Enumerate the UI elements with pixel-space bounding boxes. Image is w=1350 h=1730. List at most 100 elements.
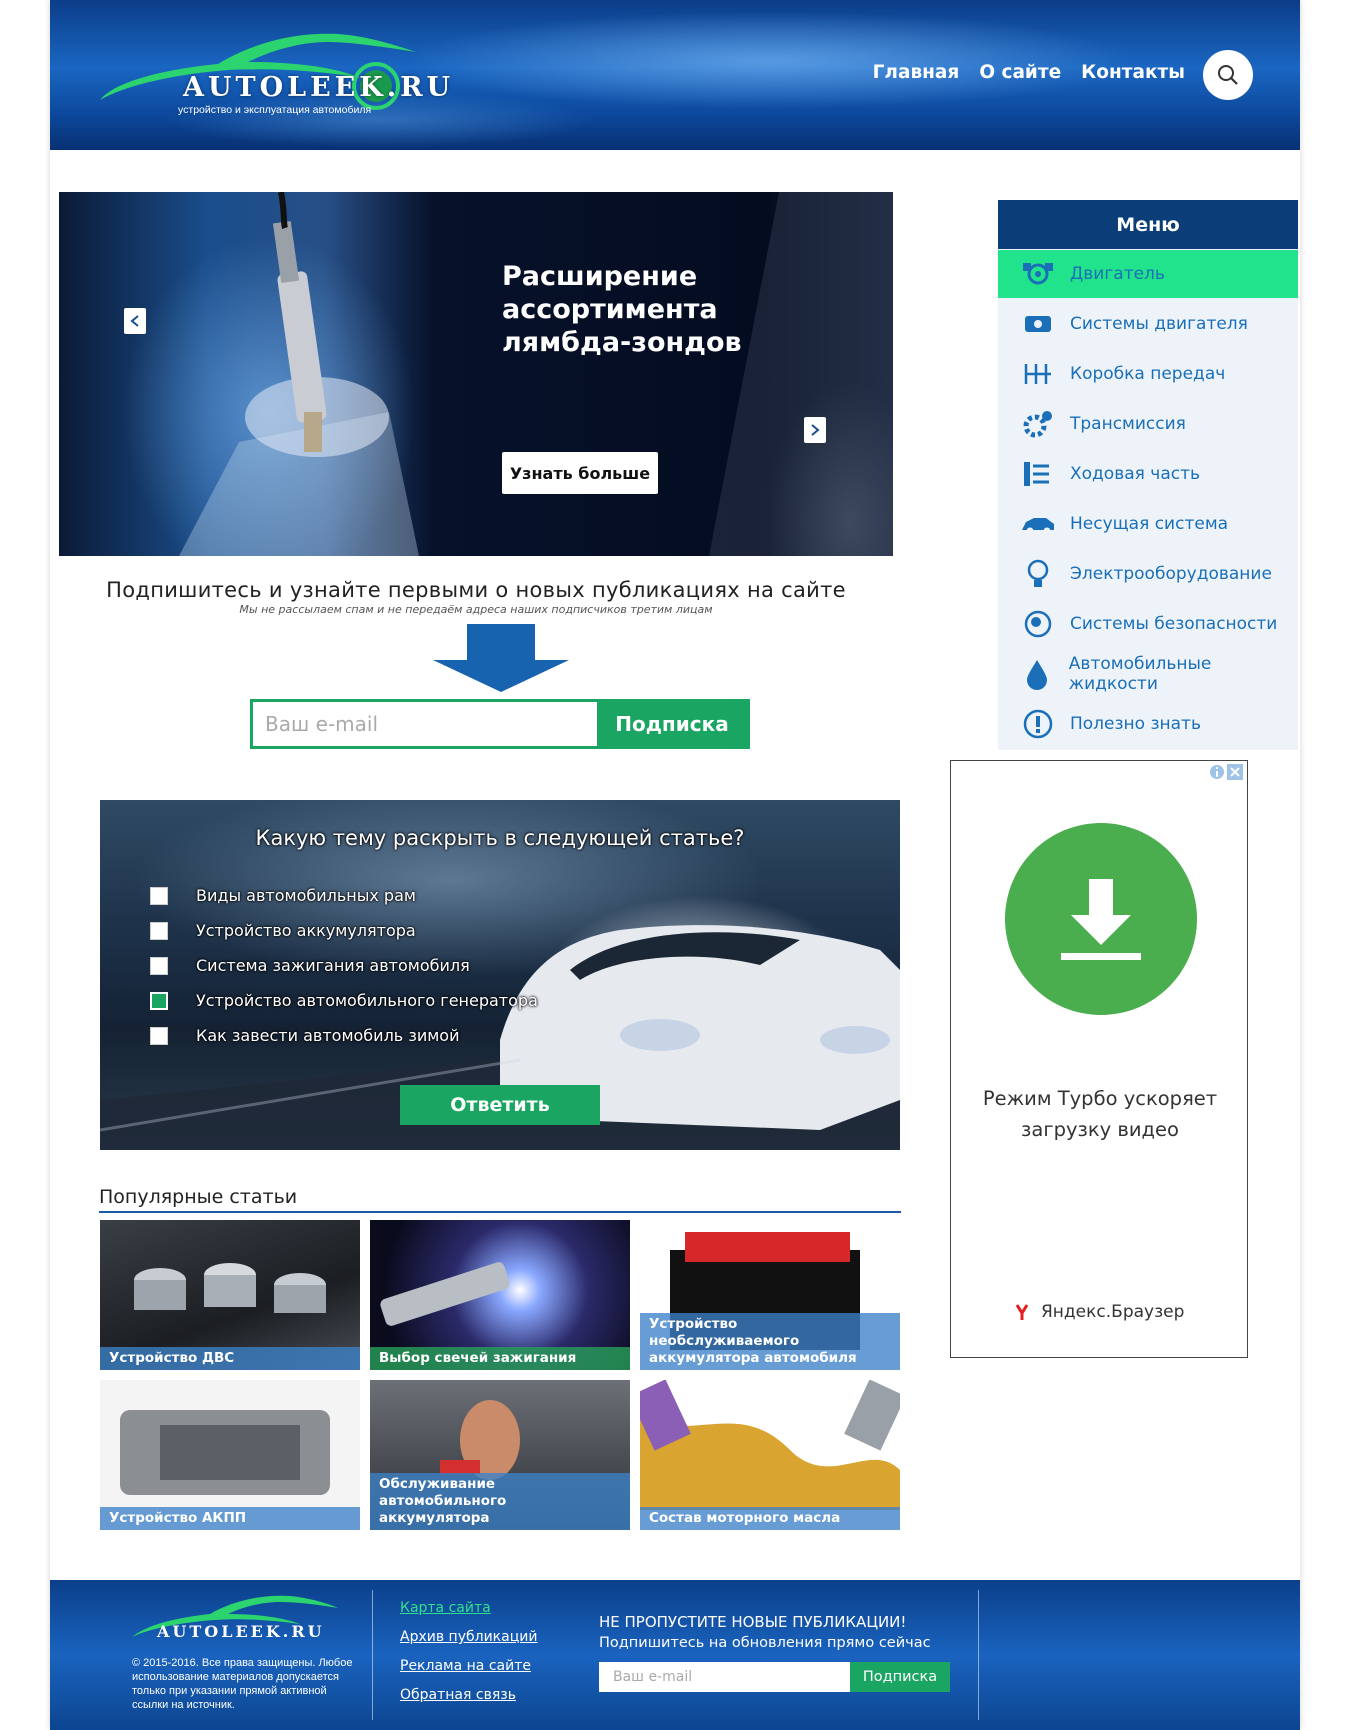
poll-option-label: Система зажигания автомобиля xyxy=(196,956,470,975)
nav-about[interactable]: О сайте xyxy=(979,62,1061,83)
menu-item-fluids[interactable]: Автомобильные жидкости xyxy=(998,650,1298,698)
engine-icon xyxy=(1020,256,1056,292)
info-icon[interactable] xyxy=(1209,764,1225,780)
car-body-icon xyxy=(1020,506,1056,542)
ad-text: Режим Турбо ускоряет загрузку видео xyxy=(982,1087,1218,1141)
footer-email-input[interactable] xyxy=(599,1662,850,1692)
email-input[interactable] xyxy=(253,702,597,746)
learn-more-button[interactable]: Узнать больше xyxy=(502,452,658,494)
footer-copyright: © 2015-2016. Все права защищены. Любое и… xyxy=(132,1657,353,1711)
lambda-probe-image xyxy=(179,192,893,556)
down-arrow-icon xyxy=(433,624,569,692)
article-card[interactable]: Устройство необслуживаемого аккумулятора… xyxy=(640,1220,900,1370)
menu-item-body[interactable]: Несущая система xyxy=(998,500,1298,548)
footer-subscribe-text: Подпишитесь на обновления прямо сейчас xyxy=(599,1635,931,1651)
menu-item-engine[interactable]: Двигатель xyxy=(998,250,1298,298)
footer-link-ads[interactable]: Реклама на сайте xyxy=(400,1658,537,1676)
ad-brand: Яндекс.Браузер xyxy=(1011,1301,1184,1323)
article-title: Выбор свечей зажигания xyxy=(370,1347,630,1370)
subscribe-button[interactable]: Подписка xyxy=(597,702,747,746)
ad-brand-label: Яндекс.Браузер xyxy=(1041,1302,1185,1322)
popular-divider xyxy=(99,1211,901,1213)
footer-link-sitemap[interactable]: Карта сайта xyxy=(400,1600,537,1618)
menu-item-label: Коробка передач xyxy=(1070,364,1226,384)
gears-icon xyxy=(1020,406,1056,442)
poll-option-label: Виды автомобильных рам xyxy=(196,886,416,905)
poll-option-label: Устройство автомобильного генератора xyxy=(196,991,538,1010)
promo-slider: Расширение ассортимента лямбда-зондов Уз… xyxy=(59,192,893,556)
poll-checkbox[interactable] xyxy=(150,956,168,975)
menu-item-label: Несущая система xyxy=(1070,514,1229,534)
article-title: Обслуживание автомобильного аккумулятора xyxy=(370,1473,630,1530)
site-header: AUTOLEEK.RU устройство и эксплуатация ав… xyxy=(50,0,1300,150)
article-title: Состав моторного масла xyxy=(640,1507,900,1530)
article-card[interactable]: Устройство АКПП xyxy=(100,1380,360,1530)
footer-subscribe-button[interactable]: Подписка xyxy=(850,1662,950,1692)
search-icon xyxy=(1218,65,1238,85)
menu-item-engine-systems[interactable]: Системы двигателя xyxy=(998,300,1298,348)
footer-logo-text: AUTOLEEK.RU xyxy=(157,1622,325,1641)
sidebar-menu: Меню Двигатель Системы двигателя Коробка… xyxy=(998,200,1298,750)
slider-prev-button[interactable] xyxy=(124,308,146,334)
slide-title-line: ассортимента xyxy=(502,294,718,325)
article-title: Устройство необслуживаемого аккумулятора… xyxy=(640,1313,900,1370)
menu-item-electrical[interactable]: Электрооборудование xyxy=(998,550,1298,598)
poll-option[interactable]: Как завести автомобиль зимой xyxy=(150,1026,459,1045)
chevron-right-icon xyxy=(811,424,820,436)
yandex-logo-icon xyxy=(1012,1302,1032,1322)
popular-title: Популярные статьи xyxy=(99,1186,298,1208)
footer-links: Карта сайта Архив публикаций Реклама на … xyxy=(400,1600,537,1716)
poll-checkbox[interactable] xyxy=(150,1026,168,1045)
subscribe-title: Подпишитесь и узнайте первыми о новых пу… xyxy=(106,578,846,602)
chevron-left-icon xyxy=(130,315,139,327)
suspension-icon xyxy=(1020,456,1056,492)
footer-link-archive[interactable]: Архив публикаций xyxy=(400,1629,537,1647)
article-card[interactable]: Обслуживание автомобильного аккумулятора xyxy=(370,1380,630,1530)
answer-button[interactable]: Ответить xyxy=(400,1085,600,1125)
slider-next-button[interactable] xyxy=(804,417,826,443)
menu-item-label: Электрооборудование xyxy=(1070,564,1272,584)
nav-home[interactable]: Главная xyxy=(873,62,960,83)
slide-title-line: лямбда-зондов xyxy=(502,327,742,358)
nav-contacts[interactable]: Контакты xyxy=(1081,62,1185,83)
close-icon[interactable] xyxy=(1227,764,1243,780)
airbag-icon xyxy=(1020,606,1056,642)
footer-divider xyxy=(978,1590,979,1720)
article-card[interactable]: Выбор свечей зажигания xyxy=(370,1220,630,1370)
poll-option-label: Как завести автомобиль зимой xyxy=(196,1026,460,1045)
footer-divider xyxy=(372,1590,373,1720)
poll-option[interactable]: Система зажигания автомобиля xyxy=(150,956,470,975)
logo-subtitle: устройство и эксплуатация автомобиля xyxy=(178,104,372,116)
menu-item-label: Трансмиссия xyxy=(1070,414,1186,434)
article-title: Устройство ДВС xyxy=(100,1347,360,1370)
download-icon xyxy=(1005,823,1197,1015)
menu-item-label: Полезно знать xyxy=(1070,714,1201,734)
menu-item-label: Ходовая часть xyxy=(1070,464,1200,484)
menu-item-chassis[interactable]: Ходовая часть xyxy=(998,450,1298,498)
poll-checkbox[interactable] xyxy=(150,921,168,940)
menu-item-transmission[interactable]: Трансмиссия xyxy=(998,400,1298,448)
poll-option-label: Устройство аккумулятора xyxy=(196,921,416,940)
ad-banner[interactable]: Режим Турбо ускоряет загрузку видео Янде… xyxy=(950,760,1248,1358)
poll-widget: Какую тему раскрыть в следующей статье? … xyxy=(100,800,900,1150)
poll-checkbox-checked[interactable] xyxy=(150,991,168,1010)
poll-option[interactable]: Виды автомобильных рам xyxy=(150,886,416,905)
menu-item-label: Системы безопасности xyxy=(1070,614,1278,634)
menu-item-label: Двигатель xyxy=(1070,264,1165,284)
footer-link-feedback[interactable]: Обратная связь xyxy=(400,1687,537,1705)
menu-item-useful[interactable]: Полезно знать xyxy=(998,700,1298,748)
footer-subscribe-title: НЕ ПРОПУСТИТЕ НОВЫЕ ПУБЛИКАЦИИ! xyxy=(599,1613,907,1631)
menu-item-safety[interactable]: Системы безопасности xyxy=(998,600,1298,648)
menu-item-label: Автомобильные жидкости xyxy=(1068,654,1212,694)
main-nav: Главная О сайте Контакты xyxy=(873,62,1185,83)
poll-option[interactable]: Устройство автомобильного генератора xyxy=(150,991,538,1010)
search-button[interactable] xyxy=(1203,50,1253,100)
menu-item-gearbox[interactable]: Коробка передач xyxy=(998,350,1298,398)
article-card[interactable]: Устройство ДВС xyxy=(100,1220,360,1370)
poll-checkbox[interactable] xyxy=(150,886,168,905)
poll-option[interactable]: Устройство аккумулятора xyxy=(150,921,416,940)
gearbox-icon xyxy=(1020,356,1056,392)
site-footer: AUTOLEEK.RU © 2015-2016. Все права защищ… xyxy=(50,1580,1300,1730)
article-card[interactable]: Состав моторного масла xyxy=(640,1380,900,1530)
site-logo[interactable]: AUTOLEEK.RU устройство и эксплуатация ав… xyxy=(98,28,450,128)
